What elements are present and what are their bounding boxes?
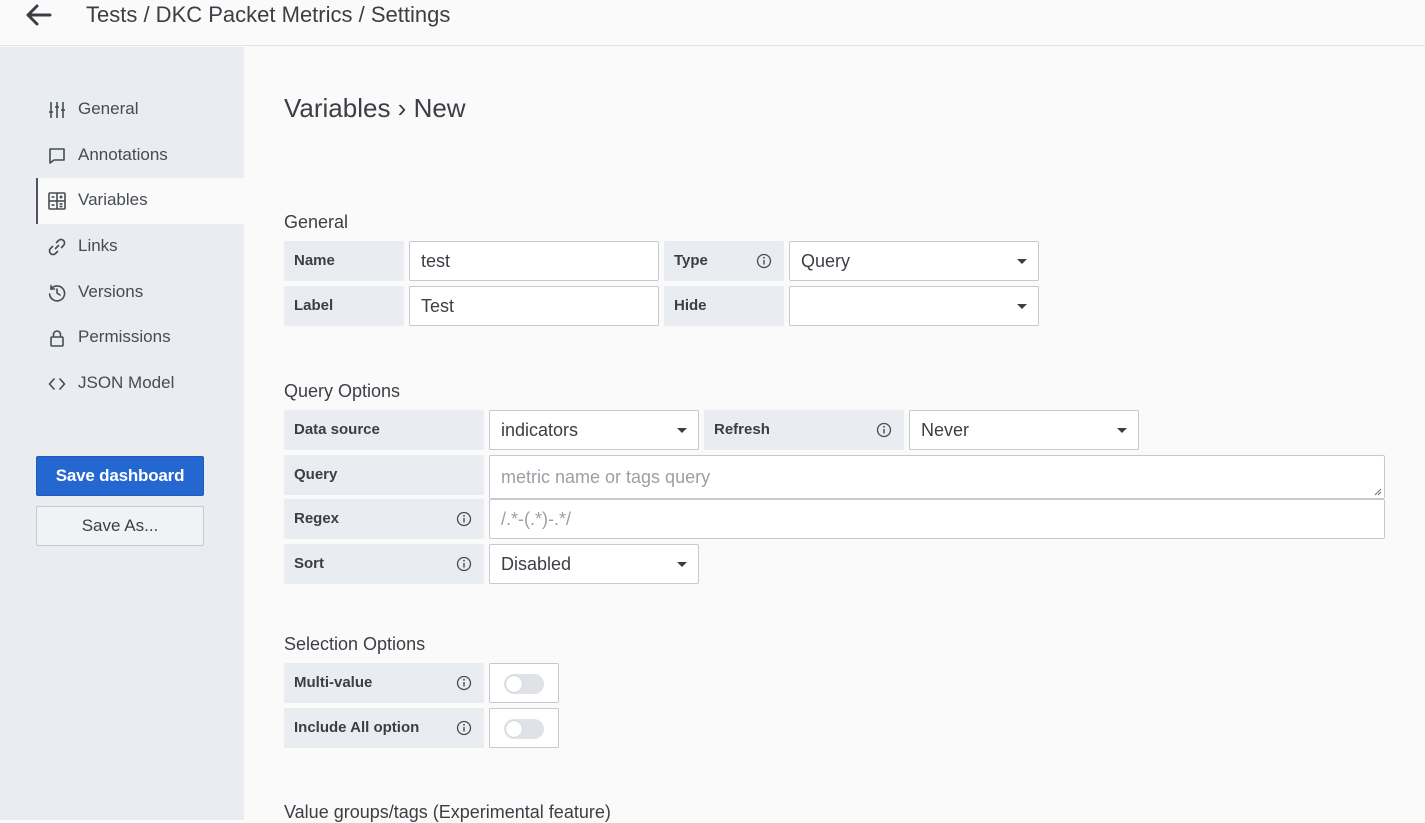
label-input[interactable]: Test (409, 286, 659, 326)
toggle-knob (506, 676, 522, 692)
sidebar-item-label: JSON Model (78, 373, 175, 392)
sidebar-item-label: Links (78, 236, 118, 255)
type-label-text: Type (674, 252, 708, 269)
sort-label: Sort (284, 544, 484, 584)
arrow-left-icon (26, 4, 52, 26)
breadcrumb: Tests / DKC Packet Metrics / Settings (86, 2, 451, 27)
info-icon[interactable] (456, 720, 472, 736)
history-icon (48, 284, 66, 302)
regex-input[interactable]: /.*-(.*)-.*/ (489, 499, 1385, 539)
sort-select-value: Disabled (501, 554, 572, 574)
regex-label-text: Regex (294, 510, 340, 527)
settings-sidebar: General Annotations Variables Links Vers… (0, 47, 244, 820)
toggle-switch[interactable] (504, 674, 544, 694)
refresh-label: Refresh (704, 410, 904, 450)
page-title: Variables › New (284, 93, 466, 123)
refresh-label-text: Refresh (714, 421, 770, 438)
sidebar-item-label: General (78, 99, 139, 118)
info-icon[interactable] (456, 675, 472, 691)
toggle-knob (506, 721, 522, 737)
sidebar-item-annotations[interactable]: Annotations (36, 133, 244, 179)
caret-down-icon (677, 428, 687, 433)
multi-value-label-text: Multi-value (294, 674, 373, 691)
sidebar-item-json-model[interactable]: JSON Model (36, 361, 244, 407)
query-placeholder: metric name or tags query (501, 467, 711, 487)
info-icon[interactable] (756, 253, 772, 269)
save-as-button[interactable]: Save As... (36, 506, 204, 546)
sliders-icon (49, 102, 65, 118)
hide-select[interactable] (789, 286, 1039, 326)
sidebar-item-label: Variables (78, 190, 148, 209)
back-button[interactable] (24, 2, 52, 28)
sort-select[interactable]: Disabled (489, 544, 699, 584)
lock-icon (50, 330, 64, 347)
sort-label-text: Sort (294, 555, 324, 572)
regex-label: Regex (284, 499, 484, 539)
refresh-select-value: Never (921, 420, 970, 440)
datasource-select[interactable]: indicators (489, 410, 699, 450)
info-icon[interactable] (456, 511, 472, 527)
sidebar-item-label: Versions (78, 282, 144, 301)
caret-down-icon (677, 562, 687, 567)
name-input[interactable]: test (409, 241, 659, 281)
resize-handle-icon[interactable] (1374, 488, 1382, 496)
save-dashboard-button[interactable]: Save dashboard (36, 456, 204, 496)
info-icon[interactable] (876, 422, 892, 438)
selection-options-heading: Selection Options (284, 634, 426, 654)
query-input[interactable]: metric name or tags query (489, 455, 1385, 499)
general-section-heading: General (284, 212, 349, 232)
multi-value-toggle[interactable] (489, 663, 559, 703)
hide-label: Hide (664, 286, 784, 326)
link-icon (48, 238, 66, 256)
sidebar-item-variables[interactable]: Variables (36, 178, 244, 224)
top-bar: Tests / DKC Packet Metrics / Settings (0, 0, 1425, 46)
include-all-label-text: Include All option (294, 719, 420, 736)
sidebar-item-label: Annotations (78, 145, 168, 164)
sidebar-item-permissions[interactable]: Permissions (36, 315, 244, 361)
sidebar-item-general[interactable]: General (36, 87, 244, 133)
label-label: Label (284, 286, 404, 326)
multi-value-label: Multi-value (284, 663, 484, 703)
include-all-label: Include All option (284, 708, 484, 748)
include-all-toggle[interactable] (489, 708, 559, 748)
type-label: Type (664, 241, 784, 281)
datasource-label: Data source (284, 410, 484, 450)
caret-down-icon (1017, 304, 1027, 309)
sidebar-item-versions[interactable]: Versions (36, 270, 244, 316)
caret-down-icon (1017, 259, 1027, 264)
calculator-icon (48, 192, 66, 210)
sidebar-item-label: Permissions (78, 327, 171, 346)
datasource-select-value: indicators (501, 420, 579, 440)
name-label: Name (284, 241, 404, 281)
info-icon[interactable] (456, 556, 472, 572)
comment-icon (49, 148, 65, 164)
toggle-switch[interactable] (504, 719, 544, 739)
sidebar-item-links[interactable]: Links (36, 224, 244, 270)
query-label: Query (284, 455, 484, 495)
refresh-select[interactable]: Never (909, 410, 1139, 450)
code-icon (48, 378, 66, 390)
query-options-heading: Query Options (284, 381, 401, 401)
type-select-value: Query (801, 251, 851, 271)
type-select[interactable]: Query (789, 241, 1039, 281)
caret-down-icon (1117, 428, 1127, 433)
